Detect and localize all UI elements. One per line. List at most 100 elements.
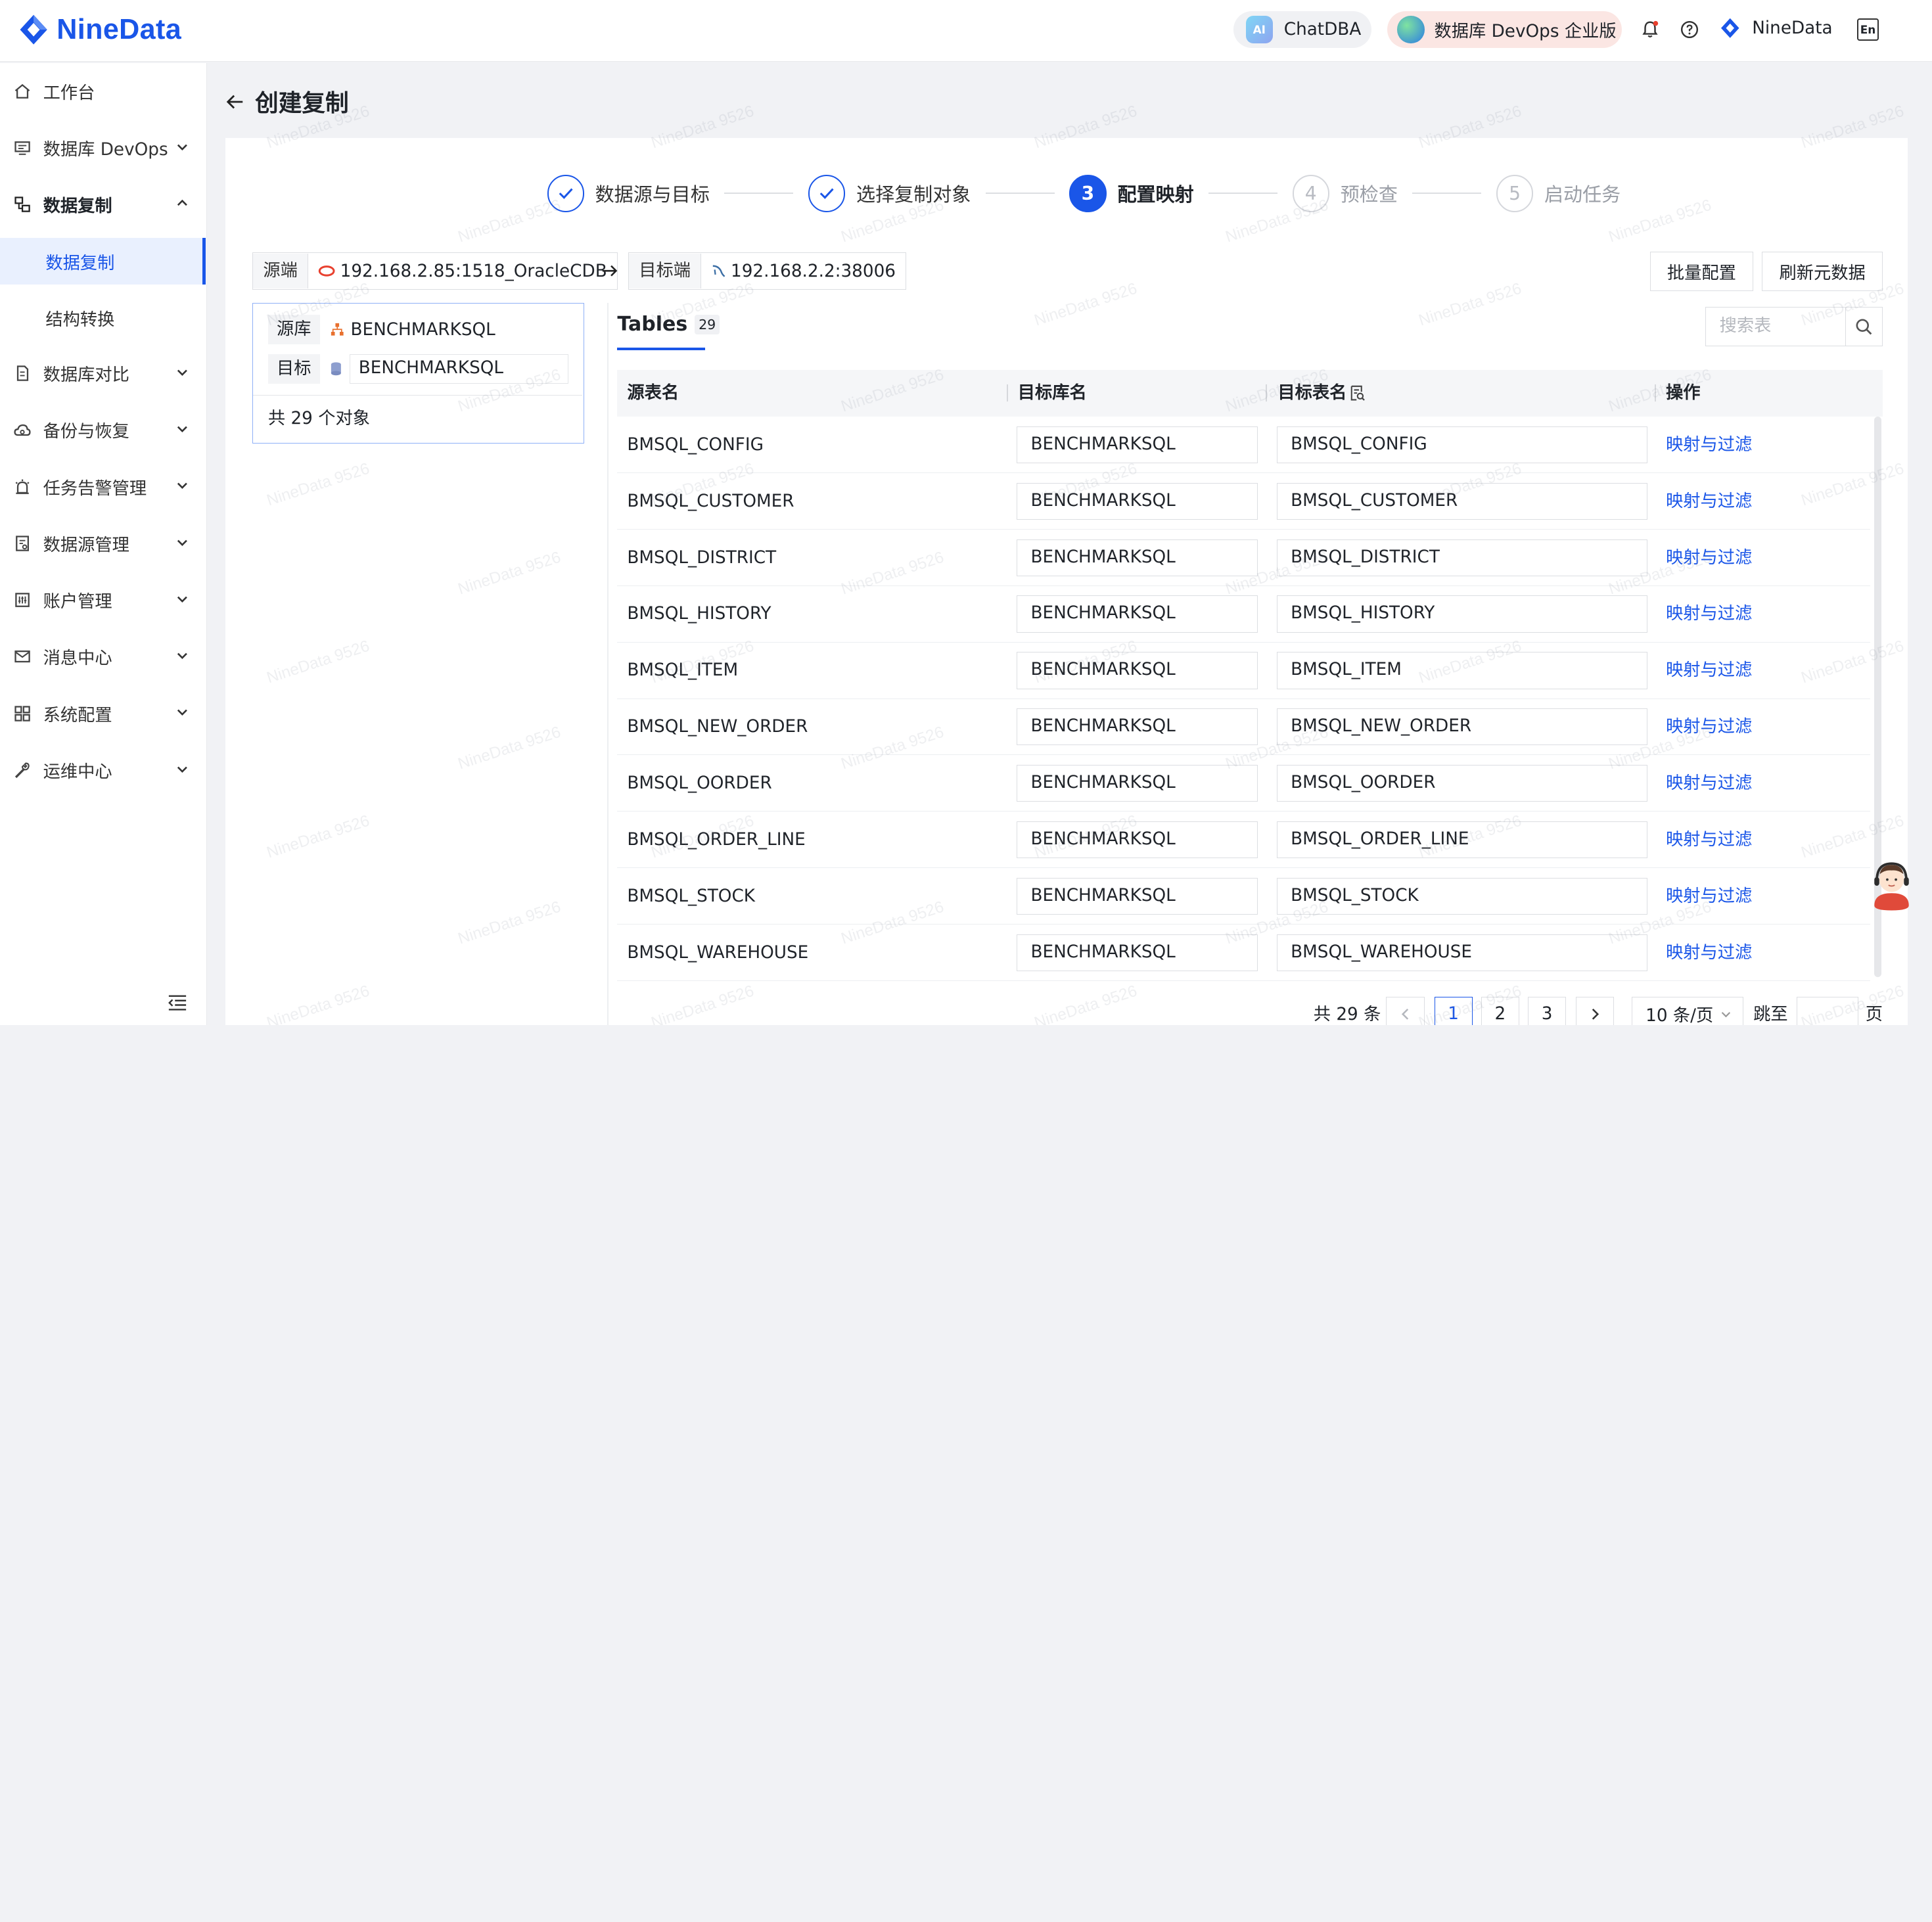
sidebar-item-label: 工作台 — [43, 83, 95, 103]
chevron-down-icon — [177, 426, 187, 433]
brand-logo[interactable]: NineData — [15, 11, 182, 48]
map-filter-link[interactable]: 映射与过滤 — [1666, 868, 1752, 925]
tab-tables[interactable]: Tables 29 — [617, 313, 720, 336]
table-row: BMSQL_ORDER_LINE BENCHMARKSQL BMSQL_ORDER_… — [617, 812, 1871, 869]
user-menu[interactable]: NineData — [1718, 16, 1833, 41]
map-filter-link[interactable]: 映射与过滤 — [1666, 698, 1752, 755]
search-icon[interactable] — [1845, 307, 1882, 346]
tab-tables-label: Tables — [617, 313, 688, 336]
target-db-input[interactable]: BENCHMARKSQL — [1016, 877, 1258, 915]
map-filter-link[interactable]: 映射与过滤 — [1666, 473, 1752, 530]
chevron-down-icon — [177, 766, 187, 773]
table-search[interactable]: 搜索表 — [1705, 306, 1883, 346]
sidebar-subitem-structure-convert[interactable]: 结构转换 — [0, 294, 206, 341]
page-3-button[interactable]: 3 — [1528, 996, 1567, 1025]
customer-support-avatar[interactable] — [1867, 856, 1916, 911]
sidebar-item-label: 数据源管理 — [43, 535, 129, 555]
target-db-tag: 目标 — [267, 354, 320, 384]
target-table-input[interactable]: BMSQL_HISTORY — [1276, 595, 1647, 633]
user-avatar-icon — [1720, 18, 1739, 39]
edit-search-icon[interactable] — [1349, 384, 1365, 401]
target-table-input[interactable]: BMSQL_ITEM — [1276, 652, 1647, 689]
map-filter-link[interactable]: 映射与过滤 — [1666, 925, 1752, 981]
devops-edition-button[interactable]: 数据库 DevOps 企业版 — [1387, 11, 1622, 49]
sidebar-item-datasource[interactable]: 数据源管理 — [0, 515, 206, 572]
step-label: 选择复制对象 — [856, 183, 971, 206]
map-filter-link[interactable]: 映射与过滤 — [1666, 642, 1752, 698]
target-db-input[interactable]: BENCHMARKSQL — [1016, 482, 1258, 520]
target-table-input[interactable]: BMSQL_CUSTOMER — [1276, 482, 1647, 520]
step-label: 数据源与目标 — [595, 183, 710, 206]
support-agent-icon — [1874, 862, 1909, 911]
sidebar-item-ops-center[interactable]: 运维中心 — [0, 742, 206, 798]
page-1-button[interactable]: 1 — [1434, 996, 1473, 1025]
target-table-input[interactable]: BMSQL_CONFIG — [1276, 426, 1647, 463]
source-table-name: BMSQL_ORDER_LINE — [627, 829, 806, 850]
sidebar-item-compare[interactable]: 数据库对比 — [0, 345, 206, 401]
chatdba-button[interactable]: AI ChatDBA — [1233, 11, 1371, 49]
sidebar-item-replication[interactable]: 数据复制 — [0, 176, 206, 233]
batch-config-button[interactable]: 批量配置 — [1649, 251, 1754, 291]
page-2-button[interactable]: 2 — [1481, 996, 1519, 1025]
map-filter-link[interactable]: 映射与过滤 — [1666, 812, 1752, 868]
tab-underline — [617, 347, 705, 350]
prev-page-button[interactable] — [1386, 996, 1425, 1025]
target-table-input[interactable]: BMSQL_STOCK — [1276, 877, 1647, 915]
target-db-input[interactable]: BENCHMARKSQL — [349, 354, 569, 384]
sidebar-item-system-config[interactable]: 系统配置 — [0, 685, 206, 742]
step-number: 4 — [1292, 175, 1329, 212]
map-filter-link[interactable]: 映射与过滤 — [1666, 417, 1752, 473]
source-db-name: BENCHMARKSQL — [350, 319, 495, 340]
chevron-down-icon — [177, 596, 187, 603]
mysql-icon — [712, 265, 725, 277]
sidebar-item-devops[interactable]: 数据库 DevOps — [0, 120, 206, 176]
target-table-input[interactable]: BMSQL_ORDER_LINE — [1276, 821, 1647, 859]
search-input[interactable]: 搜索表 — [1706, 308, 1845, 346]
alarm-icon — [12, 477, 32, 497]
arrow-right-icon — [602, 265, 618, 277]
sidebar-item-backup[interactable]: 备份与恢复 — [0, 401, 206, 458]
map-filter-link[interactable]: 映射与过滤 — [1666, 755, 1752, 812]
target-table-input[interactable]: BMSQL_NEW_ORDER — [1276, 708, 1647, 746]
sidebar-item-account[interactable]: 账户管理 — [0, 572, 206, 628]
sidebar-item-label: 消息中心 — [43, 649, 112, 669]
back-arrow-icon[interactable] — [225, 92, 245, 112]
sidebar-item-messages[interactable]: 消息中心 — [0, 628, 206, 685]
step-3: 3 配置映射 — [1069, 175, 1292, 212]
target-db-input[interactable]: BENCHMARKSQL — [1016, 595, 1258, 633]
bell-icon[interactable] — [1639, 18, 1661, 41]
next-page-button[interactable] — [1576, 996, 1615, 1025]
target-table-input[interactable]: BMSQL_WAREHOUSE — [1276, 934, 1647, 971]
table-row: BMSQL_NEW_ORDER BENCHMARKSQL BMSQL_NEW_ORD… — [617, 698, 1871, 756]
page-size-select[interactable]: 10 条/页 — [1631, 996, 1744, 1025]
sidebar-subitem-replication[interactable]: 数据复制 — [0, 237, 206, 285]
map-filter-link[interactable]: 映射与过滤 — [1666, 530, 1752, 586]
target-db-input[interactable]: BENCHMARKSQL — [1016, 934, 1258, 971]
step-divider — [1412, 193, 1482, 194]
database-mapping-panel[interactable]: 源库 BENCHMARKSQL 目标 BENCHMARKSQL 共 29 个对象 — [252, 303, 584, 444]
help-icon[interactable] — [1678, 18, 1701, 41]
target-table-input[interactable]: BMSQL_DISTRICT — [1276, 539, 1647, 576]
column-separator — [1265, 384, 1267, 402]
target-table-input[interactable]: BMSQL_OORDER — [1276, 765, 1647, 802]
sidebar-item-label: 账户管理 — [43, 592, 112, 612]
language-icon[interactable]: En — [1856, 18, 1879, 41]
step-2: 选择复制对象 — [808, 175, 1069, 212]
table-row: BMSQL_CONFIG BENCHMARKSQL BMSQL_CONFIG 映射与过… — [617, 417, 1871, 473]
refresh-metadata-button[interactable]: 刷新元数据 — [1762, 251, 1883, 291]
target-db-input[interactable]: BENCHMARKSQL — [1016, 765, 1258, 802]
target-db-input[interactable]: BENCHMARKSQL — [1016, 652, 1258, 689]
collapse-sidebar-icon[interactable] — [168, 994, 187, 1011]
table-row: BMSQL_DISTRICT BENCHMARKSQL BMSQL_DISTRICT… — [617, 530, 1871, 586]
target-db-input[interactable]: BENCHMARKSQL — [1016, 539, 1258, 576]
target-db-input[interactable]: BENCHMARKSQL — [1016, 708, 1258, 746]
map-filter-link[interactable]: 映射与过滤 — [1666, 585, 1752, 642]
app-window: NineData AI ChatDBA 数据库 DevOps 企业版 NineD… — [0, 0, 1932, 1025]
sidebar-item-alarm[interactable]: 任务告警管理 — [0, 459, 206, 515]
target-db-input[interactable]: BENCHMARKSQL — [1016, 821, 1258, 859]
chevron-right-icon — [1592, 1008, 1599, 1020]
jump-page-input[interactable] — [1796, 996, 1858, 1025]
target-db-input[interactable]: BENCHMARKSQL — [1016, 426, 1258, 463]
target-endpoint: 目标端 192.168.2.2:38006 — [628, 252, 906, 290]
sidebar-item-workbench[interactable]: 工作台 — [0, 63, 206, 120]
